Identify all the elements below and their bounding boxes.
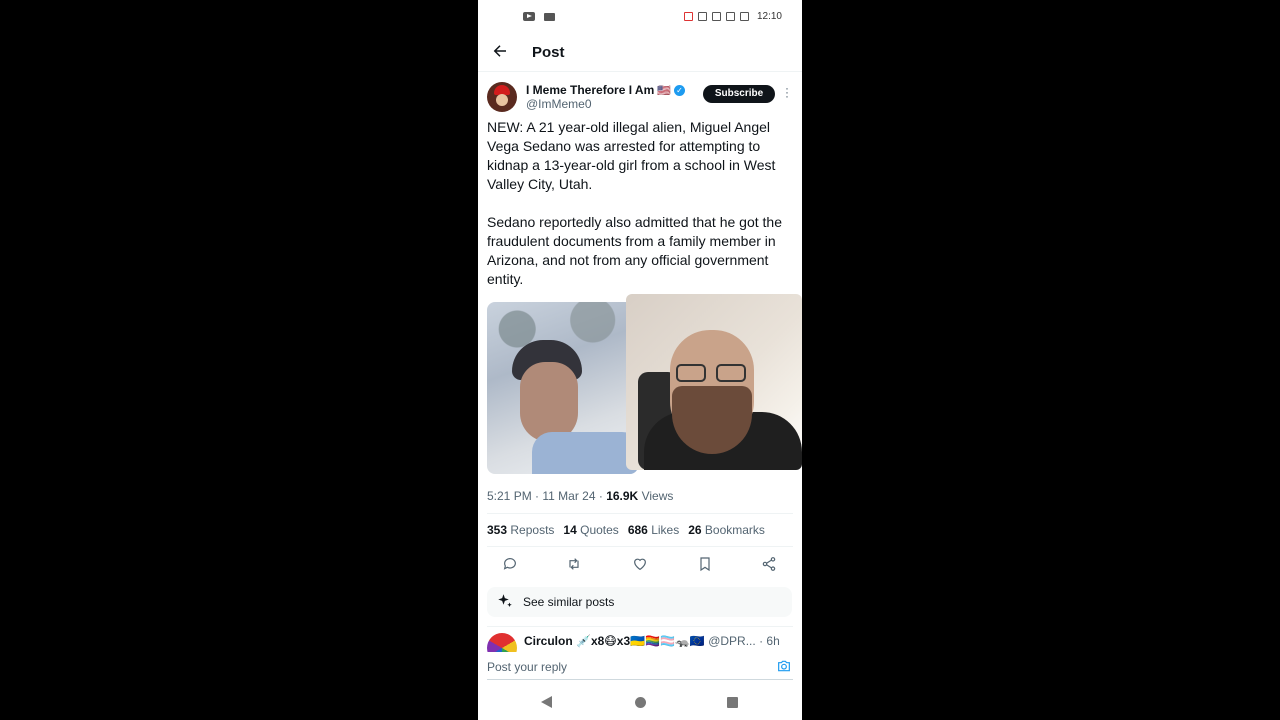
reply-preview-header[interactable]: Circulon 💉x8😷x3🇺🇦🏳️‍🌈🏳️‍⚧️🦡🇪🇺 @DPR... · … [524,634,794,648]
nav-home-icon[interactable] [635,697,646,708]
see-similar-posts-button[interactable]: See similar posts [487,587,792,617]
reply-author-handle: @DPR... [708,634,756,648]
bookmarks-stat[interactable]: 26 Bookmarks [688,523,765,537]
nav-back-icon[interactable] [541,696,552,708]
phone-screen: 12:10 Post I Meme Therefore I Am 🇺🇸 ✓ @I… [478,0,802,720]
clock: 12:10 [756,11,782,22]
youtube-notification-icon [523,12,535,21]
reply-age: 6h [766,634,780,648]
reply-input[interactable] [487,658,757,676]
cast-off-icon [683,12,693,21]
subscribe-button[interactable]: Subscribe [703,85,775,103]
reply-input-underline [487,679,793,680]
author-name[interactable]: I Meme Therefore I Am [526,83,654,97]
reply-composer [478,652,802,682]
android-nav-bar [478,684,802,720]
views-count: 16.9K [606,489,639,503]
see-similar-posts-label: See similar posts [523,595,615,609]
repost-icon[interactable] [566,556,582,572]
camera-icon[interactable] [776,658,792,674]
likes-stat[interactable]: 686 Likes [628,523,679,537]
divider [487,626,793,627]
post-image[interactable] [487,302,638,474]
action-bar [478,556,802,574]
reply-author-name: Circulon 💉x8😷x3🇺🇦🏳️‍🌈🏳️‍⚧️🦡🇪🇺 [524,634,705,648]
battery-icon [739,12,749,21]
post-text: NEW: A 21 year-old illegal alien, Miguel… [487,119,782,287]
post-time: 5:21 PM [487,489,532,503]
like-icon[interactable] [632,556,648,572]
post-metadata: 5:21 PM · 11 Mar 24 · 16.9K Views [487,489,674,503]
bookmark-icon[interactable] [697,556,713,572]
webcam-overlay [626,294,802,470]
vibrate-icon [697,12,707,21]
nav-recents-icon[interactable] [727,697,738,708]
verified-badge-icon: ✓ [673,84,685,96]
more-options-icon[interactable]: · · · [783,82,791,102]
page-title: Post [532,44,565,61]
status-bar: 12:10 [478,0,802,34]
author-name-row[interactable]: I Meme Therefore I Am 🇺🇸 ✓ [526,83,685,97]
back-arrow-icon[interactable] [491,42,509,60]
author-avatar[interactable] [487,82,517,112]
share-icon[interactable] [761,556,777,572]
sparkle-icon [498,594,512,607]
flag-emoji: 🇺🇸 [657,84,671,97]
author-handle[interactable]: @ImMeme0 [526,97,592,111]
video-camera-notification-icon [544,13,555,21]
divider [487,546,793,547]
signal-icon [725,12,735,21]
views-label: Views [641,489,674,503]
top-app-bar: Post [478,34,802,72]
divider [487,513,793,514]
reply-icon[interactable] [502,556,518,572]
wifi-icon [711,12,721,21]
engagement-stats: 353 Reposts 14 Quotes 686 Likes 26 Bookm… [487,523,765,537]
post-date: 11 Mar 24 [542,489,596,503]
quotes-stat[interactable]: 14 Quotes [563,523,618,537]
reposts-stat[interactable]: 353 Reposts [487,523,554,537]
